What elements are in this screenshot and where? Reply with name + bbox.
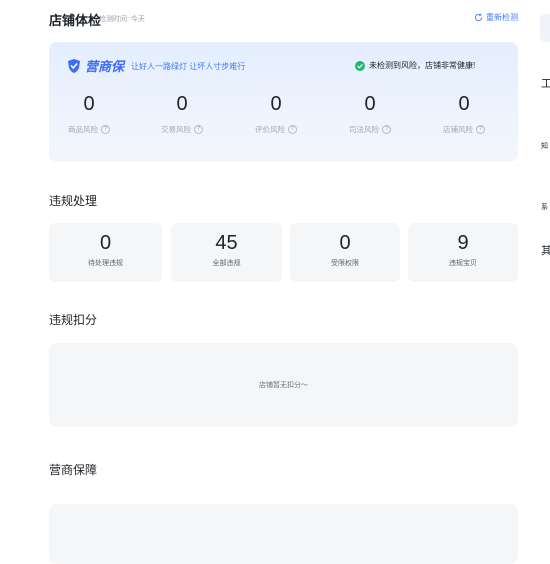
violation-label: 待处理违规 (88, 260, 123, 267)
risk-label: 商品风险 (68, 125, 98, 134)
violation-label: 受限权限 (331, 260, 359, 267)
violation-value: 0 (339, 232, 351, 254)
check-time: 检测时间: 今天 (99, 16, 145, 23)
help-icon[interactable]: ? (382, 125, 391, 134)
risk-item-goods[interactable]: 0 商品风险? (42, 92, 136, 135)
shield-check-icon (68, 58, 80, 73)
violation-restricted[interactable]: 0 受限权限 (290, 223, 400, 282)
risk-value: 0 (83, 93, 95, 115)
violation-items[interactable]: 9 违规宝贝 (408, 223, 518, 282)
right-panel-item: 知 (541, 143, 548, 150)
violation-value: 0 (99, 232, 112, 254)
violation-section-title: 违规处理 (49, 194, 98, 208)
risk-label: 司法风险 (349, 125, 379, 134)
violation-value: 45 (215, 232, 238, 254)
risk-item-review[interactable]: 0 评价风险? (229, 92, 323, 135)
violation-value: 9 (457, 232, 469, 254)
business-section-title: 营商保障 (49, 463, 98, 477)
risk-value: 0 (458, 93, 470, 115)
check-circle-icon (355, 60, 365, 71)
risk-label: 店铺风险 (443, 125, 473, 134)
right-panel-tab[interactable] (540, 14, 550, 42)
violation-all[interactable]: 45 全部违规 (171, 223, 282, 282)
risk-value: 0 (364, 93, 376, 115)
risk-item-store[interactable]: 0 店铺风险? (417, 92, 511, 135)
refresh-icon (474, 13, 483, 22)
risk-status: 未检测到风险，店铺非常健康! (355, 60, 475, 71)
help-icon[interactable]: ? (288, 125, 297, 134)
violation-label: 违规宝贝 (449, 260, 477, 267)
risk-item-judicial[interactable]: 0 司法风险? (323, 92, 417, 135)
deduction-section-title: 违规扣分 (49, 313, 98, 327)
risk-value: 0 (176, 93, 188, 115)
help-icon[interactable]: ? (476, 125, 485, 134)
recheck-label: 重新检测 (486, 13, 518, 22)
violation-pending[interactable]: 0 待处理违规 (49, 223, 162, 282)
risk-value: 0 (270, 93, 282, 115)
right-panel-item: 系 (541, 204, 548, 211)
logo-text: 营商保 (85, 59, 125, 74)
right-panel-heading: 其 (541, 245, 550, 257)
page-title: 店铺体检 (49, 13, 102, 28)
risk-label: 交易风险 (161, 125, 191, 134)
business-guarantee-panel (49, 504, 518, 564)
slogan: 让好人一路绿灯 让坏人寸步难行 (131, 62, 246, 71)
help-icon[interactable]: ? (101, 125, 110, 134)
right-panel-heading: 工 (541, 78, 550, 90)
status-text: 未检测到风险，店铺非常健康! (369, 61, 476, 70)
deduction-empty-text: 店铺暂无扣分～ (259, 382, 308, 389)
recheck-button[interactable]: 重新检测 (474, 12, 518, 23)
risk-label: 评价风险 (255, 125, 285, 134)
risk-item-trade[interactable]: 0 交易风险? (135, 92, 229, 135)
yingshangbao-logo: 营商保 (66, 56, 124, 75)
help-icon[interactable]: ? (194, 125, 203, 134)
violation-label: 全部违规 (212, 260, 241, 267)
